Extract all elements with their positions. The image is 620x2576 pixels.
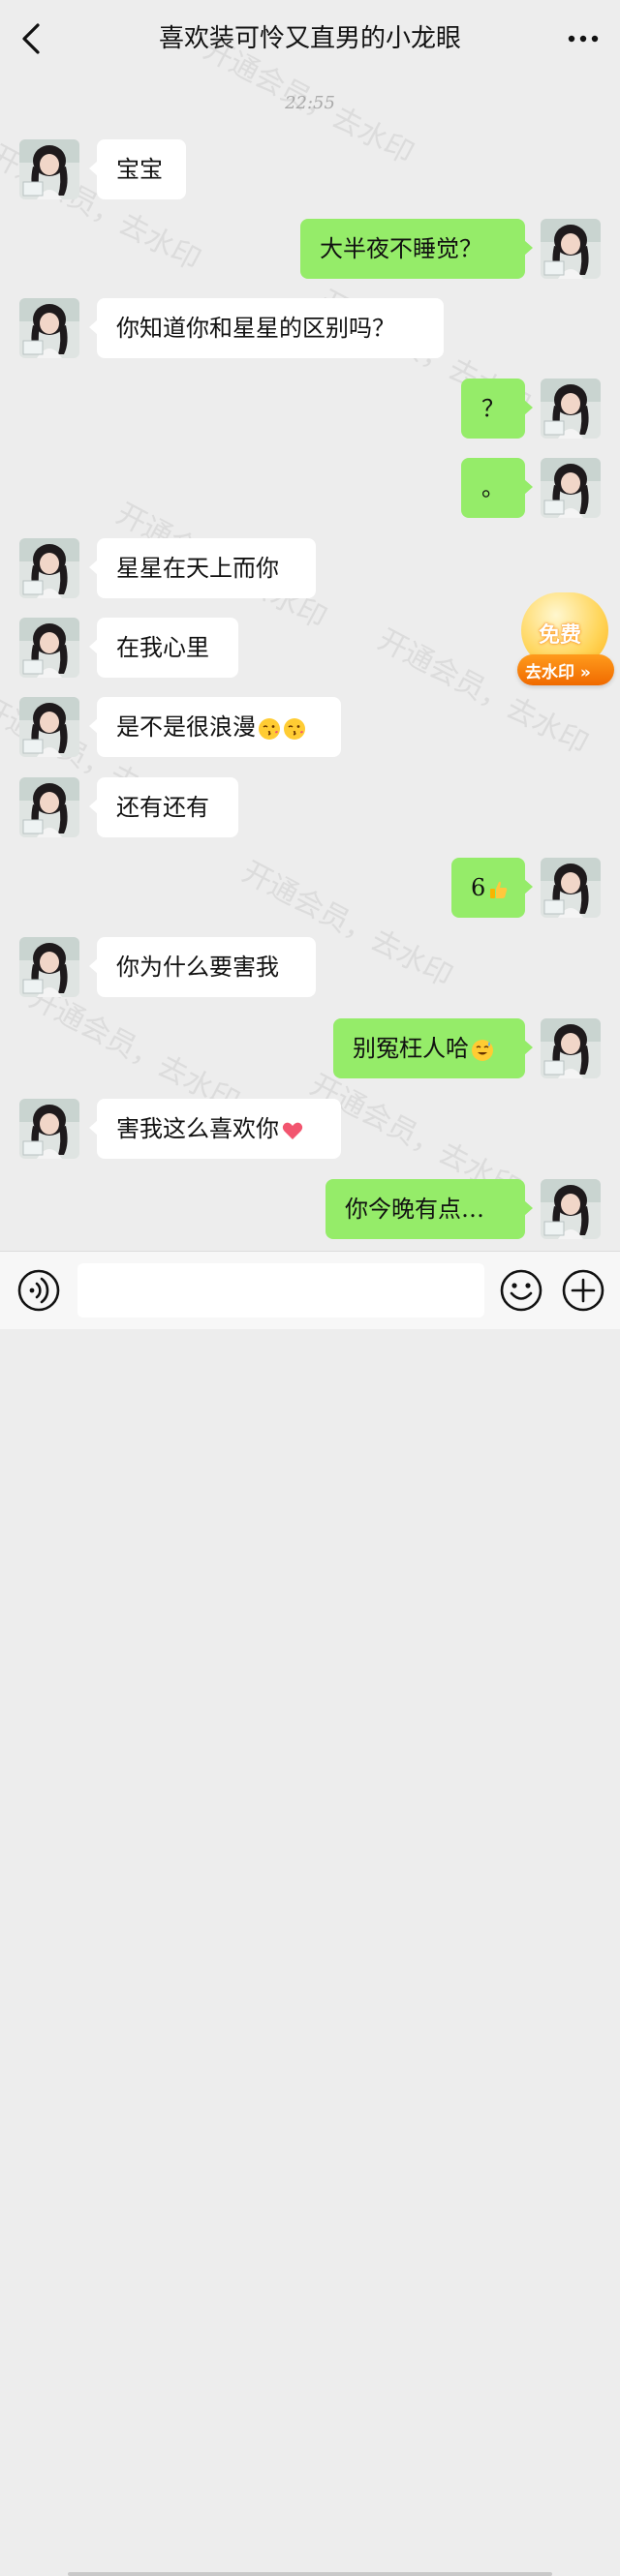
avatar-image: [19, 298, 79, 358]
message-input[interactable]: [78, 1263, 484, 1318]
avatar[interactable]: [19, 1099, 79, 1159]
thumbs-up-emoji: [490, 881, 508, 898]
avatar[interactable]: [541, 219, 601, 279]
remove-watermark-label: 去水印 »: [525, 663, 591, 682]
message-timestamp: 22:55: [285, 93, 335, 113]
message-bubble[interactable]: 别冤枉人哈: [333, 1018, 533, 1078]
outgoing-message: 你今晚有点…: [0, 1179, 620, 1241]
more-button[interactable]: [564, 23, 603, 54]
outgoing-message: 。: [0, 458, 620, 520]
incoming-message: 你为什么要害我: [0, 937, 620, 999]
avatar[interactable]: [541, 1179, 601, 1239]
incoming-message: 宝宝: [0, 139, 620, 201]
message-text: 星星在天上而你: [116, 555, 279, 582]
emoji-button[interactable]: [500, 1269, 542, 1312]
plus-button[interactable]: [562, 1269, 604, 1312]
message-text: 是不是很浪漫: [116, 713, 256, 741]
avatar-image: [19, 937, 79, 997]
incoming-message: 是不是很浪漫: [0, 697, 620, 759]
home-indicator: [68, 2572, 552, 2576]
chevron-left-icon: [22, 23, 40, 54]
avatar[interactable]: [19, 937, 79, 997]
message-text: 宝宝: [116, 156, 163, 183]
kiss-face-emoji: [284, 717, 305, 740]
sweat-smile-emoji: [472, 1039, 493, 1061]
message-bubble[interactable]: 大半夜不睡觉？: [300, 219, 533, 279]
message-bubble[interactable]: 你为什么要害我: [89, 937, 316, 997]
message-text: 你为什么要害我: [116, 954, 279, 981]
avatar-image: [19, 697, 79, 757]
message-text: 别冤枉人哈: [353, 1035, 469, 1062]
message-text: 在我心里: [116, 634, 209, 661]
free-label: 免费: [538, 623, 581, 648]
message-text: 你知道你和星星的区别吗？: [116, 315, 395, 342]
message-bubble[interactable]: 6: [451, 858, 533, 918]
outgoing-message: 大半夜不睡觉？: [0, 219, 620, 281]
incoming-message: 星星在天上而你: [0, 538, 620, 600]
avatar[interactable]: [19, 777, 79, 837]
avatar-image: [541, 219, 601, 279]
chat-title: 喜欢装可怜又直男的小龙眼: [158, 24, 461, 53]
avatar[interactable]: [541, 458, 601, 518]
message-bubble[interactable]: 宝宝: [89, 139, 186, 199]
avatar[interactable]: [19, 298, 79, 358]
message-bubble[interactable]: 。: [461, 458, 533, 518]
incoming-message: 害我这么喜欢你: [0, 1099, 620, 1161]
avatar-image: [541, 858, 601, 918]
avatar-image: [541, 1179, 601, 1239]
avatar[interactable]: [19, 538, 79, 598]
message-bubble[interactable]: 星星在天上而你: [89, 538, 316, 598]
avatar[interactable]: [541, 379, 601, 439]
avatar-image: [19, 1099, 79, 1159]
message-bubble[interactable]: 你今晚有点…: [326, 1179, 533, 1239]
avatar-image: [541, 379, 601, 439]
avatar[interactable]: [19, 139, 79, 199]
avatar[interactable]: [541, 858, 601, 918]
message-text: 。: [481, 474, 505, 501]
avatar-image: [19, 538, 79, 598]
chat-header: 喜欢装可怜又直男的小龙眼: [0, 0, 620, 77]
avatar-image: [541, 1018, 601, 1078]
avatar[interactable]: [19, 697, 79, 757]
message-text: 6: [471, 874, 486, 901]
message-bubble[interactable]: 你知道你和星星的区别吗？: [89, 298, 444, 358]
incoming-message: 你知道你和星星的区别吗？: [0, 298, 620, 360]
outgoing-message: ？: [0, 379, 620, 440]
message-bubble[interactable]: 害我这么喜欢你: [89, 1099, 341, 1159]
avatar-image: [541, 458, 601, 518]
avatar-image: [19, 618, 79, 678]
message-bubble[interactable]: ？: [461, 379, 533, 439]
plus-icon: [562, 1269, 604, 1312]
message-text: 还有还有: [116, 794, 209, 821]
message-text: ？: [481, 395, 505, 422]
message-bubble[interactable]: 还有还有: [89, 777, 238, 837]
voice-icon: [17, 1269, 60, 1312]
avatar-image: [19, 139, 79, 199]
heart-emoji: [282, 1122, 303, 1139]
avatar[interactable]: [541, 1018, 601, 1078]
outgoing-message: 别冤枉人哈: [0, 1018, 620, 1080]
outgoing-message: 6: [0, 858, 620, 920]
message-bubble[interactable]: 在我心里: [89, 618, 238, 678]
message-text: 害我这么喜欢你: [116, 1115, 279, 1142]
message-bubble[interactable]: 是不是很浪漫: [89, 697, 341, 757]
back-button[interactable]: [14, 19, 48, 58]
emoji-icon: [500, 1269, 542, 1312]
avatar[interactable]: [19, 618, 79, 678]
message-text: 你今晚有点…: [345, 1196, 484, 1223]
input-bar: [0, 1251, 620, 2576]
avatar-image: [19, 777, 79, 837]
kiss-face-emoji: [259, 717, 280, 740]
remove-watermark-promo[interactable]: 免费 去水印 »: [517, 592, 614, 685]
remove-watermark-button[interactable]: 去水印 »: [517, 654, 614, 685]
incoming-message: 还有还有: [0, 777, 620, 839]
more-dots-icon: [568, 35, 599, 43]
voice-button[interactable]: [17, 1269, 60, 1312]
message-text: 大半夜不睡觉？: [320, 235, 482, 262]
